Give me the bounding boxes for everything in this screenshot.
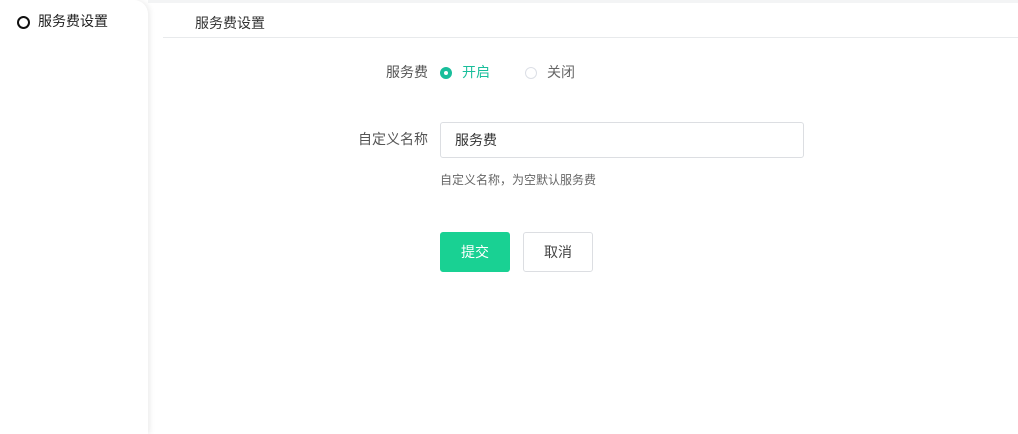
service-fee-off-radio[interactable]: 关闭: [525, 63, 575, 83]
custom-name-input[interactable]: [440, 122, 804, 158]
circle-icon: [17, 16, 30, 29]
radio-label-on: 开启: [462, 65, 490, 81]
cancel-button[interactable]: 取消: [523, 232, 593, 272]
main-content: 服务费设置 服务费 开启 关闭 自定义名称 自定义名称，为空默认服务费 提交 取…: [148, 0, 1018, 434]
service-fee-label: 服务费: [386, 65, 428, 81]
radio-checked-icon: [440, 67, 452, 79]
page-title: 服务费设置: [195, 16, 265, 32]
submit-button[interactable]: 提交: [440, 232, 510, 272]
radio-label-off: 关闭: [547, 65, 575, 81]
sidebar-item-service-fee-settings[interactable]: 服务费设置: [0, 0, 148, 44]
custom-name-help-text: 自定义名称，为空默认服务费: [440, 173, 597, 187]
title-divider: [163, 37, 1018, 38]
custom-name-label: 自定义名称: [358, 132, 428, 148]
sidebar-item-label: 服务费设置: [38, 14, 108, 30]
service-fee-on-radio[interactable]: 开启: [440, 63, 490, 83]
radio-unchecked-icon: [525, 67, 537, 79]
sidebar: 服务费设置: [0, 0, 148, 434]
app-root: 服务费设置 服务费设置 服务费 开启 关闭 自定义名称 自定义名称，为空默认服务…: [0, 0, 1018, 434]
